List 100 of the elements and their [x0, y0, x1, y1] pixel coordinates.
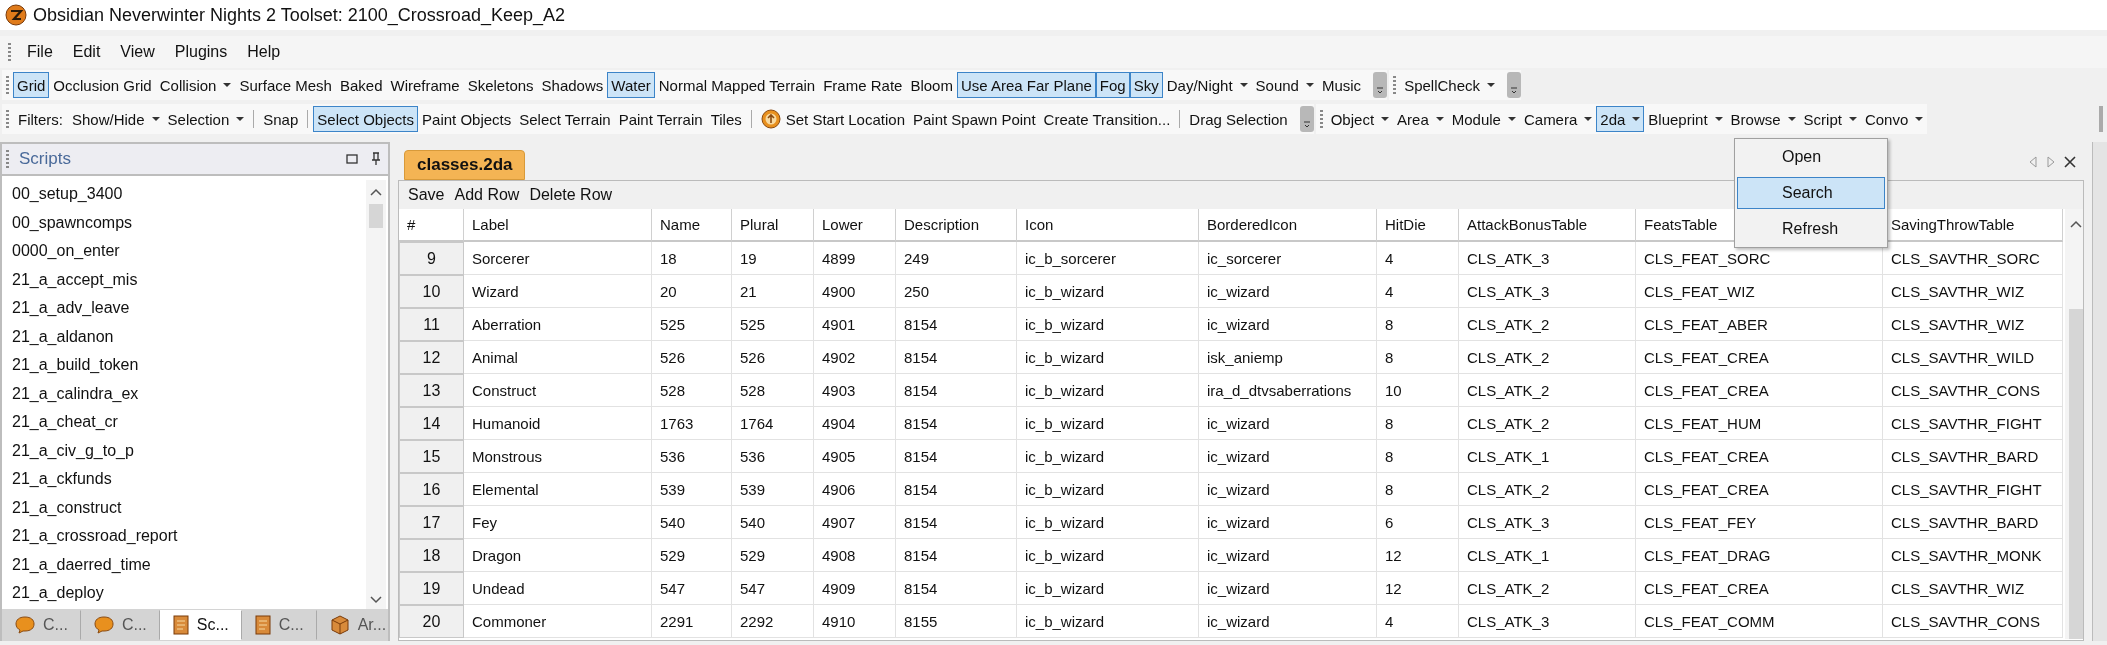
- toolbar-button[interactable]: Music: [1317, 72, 1366, 98]
- menu-item[interactable]: Refresh: [1737, 213, 1885, 245]
- panel-tab[interactable]: C...: [2, 610, 81, 640]
- script-item[interactable]: 0000_on_enter: [12, 237, 366, 266]
- menu-item[interactable]: Open: [1737, 141, 1885, 173]
- script-item[interactable]: 21_a_crossroad_report: [12, 522, 366, 551]
- menu-item[interactable]: Edit: [64, 40, 109, 64]
- overflow-button[interactable]: [1373, 72, 1388, 98]
- column-header[interactable]: BorderedIcon: [1199, 209, 1377, 242]
- script-item[interactable]: 21_a_build_token: [12, 351, 366, 380]
- script-item[interactable]: 21_a_cheat_cr: [12, 408, 366, 437]
- overflow-button[interactable]: [1299, 106, 1314, 132]
- menu-item[interactable]: Plugins: [166, 40, 236, 64]
- script-item[interactable]: 21_a_daerred_time: [12, 550, 366, 579]
- toolbar-button[interactable]: Paint Spawn Point: [909, 106, 1040, 132]
- menu-item[interactable]: View: [112, 40, 163, 64]
- toolbar-button[interactable]: Water: [607, 72, 655, 98]
- toolbar-button[interactable]: Select Terrain: [515, 106, 615, 132]
- toolbar-dropdown[interactable]: Area: [1393, 106, 1448, 132]
- script-item[interactable]: 21_a_calindra_ex: [12, 379, 366, 408]
- toolbar-button[interactable]: Use Area Far Plane: [956, 72, 1096, 98]
- script-item[interactable]: 21_a_construct: [12, 493, 366, 522]
- column-header[interactable]: Lower: [814, 209, 896, 242]
- row-header[interactable]: 12: [399, 341, 464, 374]
- script-item[interactable]: 21_a_deploy: [12, 579, 366, 608]
- row-header[interactable]: 18: [399, 539, 464, 572]
- toolbar-dropdown[interactable]: Script: [1799, 106, 1861, 132]
- script-item[interactable]: 21_a_aldanon: [12, 322, 366, 351]
- toolbar-button[interactable]: Shadows: [537, 72, 608, 98]
- toolbar-button[interactable]: Select Objects: [313, 106, 419, 132]
- toolbar-button[interactable]: Surface Mesh: [235, 72, 336, 98]
- toolbar-dropdown[interactable]: Object: [1326, 106, 1394, 132]
- script-item[interactable]: 21_a_adv_leave: [12, 294, 366, 323]
- panel-tab[interactable]: C...: [241, 610, 317, 640]
- column-header[interactable]: Description: [896, 209, 1017, 242]
- toolbar-button[interactable]: Normal Mapped Terrain: [654, 72, 820, 98]
- toolbar-dropdown[interactable]: Blueprint: [1644, 106, 1727, 132]
- row-header[interactable]: 15: [399, 440, 464, 473]
- action-button[interactable]: Add Row: [449, 183, 525, 207]
- menu-item[interactable]: Help: [239, 40, 289, 64]
- toolbar-button[interactable]: Snap: [259, 106, 303, 132]
- toolbar-button[interactable]: Grid: [13, 72, 50, 98]
- toolbar-button[interactable]: Set Start Location: [756, 106, 909, 132]
- row-header[interactable]: 14: [399, 407, 464, 440]
- column-header[interactable]: AttackBonusTable: [1459, 209, 1636, 242]
- column-header[interactable]: Plural: [732, 209, 814, 242]
- column-header[interactable]: HitDie: [1377, 209, 1459, 242]
- column-header[interactable]: Icon: [1017, 209, 1199, 242]
- row-header[interactable]: 19: [399, 572, 464, 605]
- row-header[interactable]: 13: [399, 374, 464, 407]
- toolbar-dropdown[interactable]: Convo: [1860, 106, 1928, 132]
- row-header[interactable]: 11: [399, 308, 464, 341]
- toolbar-button[interactable]: Occlusion Grid: [49, 72, 156, 98]
- toolbar-button[interactable]: Baked: [335, 72, 387, 98]
- scrollbar[interactable]: [366, 180, 386, 609]
- scroll-right-icon[interactable]: [2046, 156, 2056, 168]
- toolbar-button[interactable]: Wireframe: [386, 72, 464, 98]
- toolbar-dropdown[interactable]: Sound: [1251, 72, 1318, 98]
- toolbar-button[interactable]: Frame Rate: [819, 72, 907, 98]
- action-button[interactable]: Delete Row: [524, 183, 618, 207]
- toolbar-dropdown[interactable]: Camera: [1519, 106, 1597, 132]
- script-item[interactable]: 21_a_civ_g_to_p: [12, 436, 366, 465]
- pin-icon[interactable]: [370, 152, 382, 166]
- overflow-button[interactable]: [1507, 72, 1521, 98]
- toolbar-dropdown[interactable]: Module: [1447, 106, 1520, 132]
- script-item[interactable]: 21_a_accept_mis: [12, 265, 366, 294]
- toolbar-button[interactable]: Paint Terrain: [614, 106, 707, 132]
- float-icon[interactable]: [346, 153, 358, 165]
- row-header[interactable]: 9: [399, 242, 464, 275]
- scroll-left-icon[interactable]: [2028, 156, 2038, 168]
- column-header[interactable]: Label: [464, 209, 652, 242]
- toolbar-button[interactable]: Create Transition...: [1039, 106, 1175, 132]
- toolbar-button[interactable]: Drag Selection: [1185, 106, 1292, 132]
- menu-item[interactable]: File: [19, 40, 61, 64]
- menu-item[interactable]: Search: [1737, 177, 1885, 209]
- toolbar-button[interactable]: Bloom: [906, 72, 957, 98]
- script-item[interactable]: 21_a_ckfunds: [12, 465, 366, 494]
- toolbar-button[interactable]: Paint Objects: [418, 106, 516, 132]
- toolbar-button[interactable]: Skeletons: [463, 72, 538, 98]
- action-button[interactable]: Save: [403, 183, 450, 207]
- row-header[interactable]: 10: [399, 275, 464, 308]
- close-icon[interactable]: [2064, 156, 2076, 168]
- toolbar-dropdown[interactable]: Show/Hide: [68, 106, 164, 132]
- panel-tab[interactable]: Sc...: [159, 610, 242, 640]
- script-item[interactable]: 00_setup_3400: [12, 180, 366, 209]
- toolbar-button[interactable]: Tiles: [706, 106, 746, 132]
- toolbar-button[interactable]: Sky: [1129, 72, 1163, 98]
- toolbar-dropdown[interactable]: Day/Night: [1162, 72, 1252, 98]
- row-header[interactable]: 20: [399, 605, 464, 638]
- toolbar-dropdown[interactable]: Selection: [163, 106, 249, 132]
- column-header[interactable]: Name: [652, 209, 732, 242]
- toolbar-button[interactable]: Fog: [1095, 72, 1130, 98]
- document-tab[interactable]: classes.2da: [404, 150, 526, 180]
- toolbar-dropdown[interactable]: 2da: [1596, 106, 1645, 132]
- script-item[interactable]: 00_spawncomps: [12, 208, 366, 237]
- panel-tab[interactable]: C...: [80, 610, 160, 640]
- scrollbar[interactable]: [2065, 209, 2083, 639]
- row-header[interactable]: 17: [399, 506, 464, 539]
- toolbar-dropdown[interactable]: Browse: [1726, 106, 1800, 132]
- row-header[interactable]: 16: [399, 473, 464, 506]
